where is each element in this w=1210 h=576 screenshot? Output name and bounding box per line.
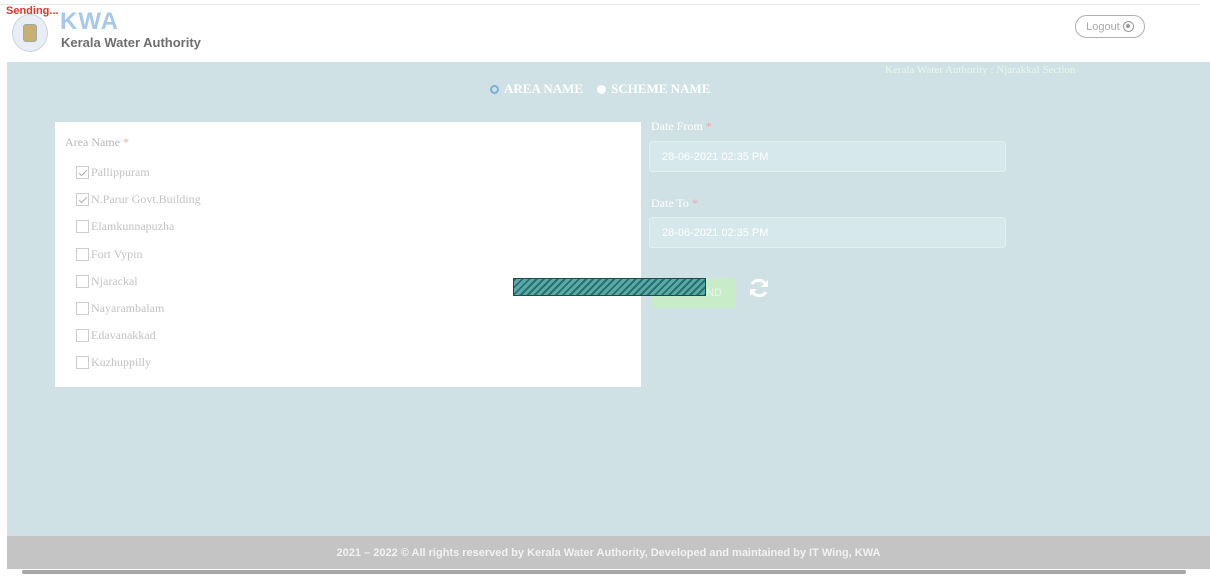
area-item[interactable]: Pallippuram: [76, 159, 201, 186]
checkbox[interactable]: [76, 302, 89, 316]
radio-scheme-name[interactable]: SCHEME NAME: [597, 81, 710, 97]
area-item[interactable]: Fort Vypin: [76, 241, 201, 268]
loading-progress-bar: [513, 278, 706, 296]
required-mark: *: [691, 196, 698, 210]
date-to-label: Date To *: [651, 196, 698, 211]
area-item-label: N.Parur Govt.Building: [91, 192, 201, 207]
area-item[interactable]: Edavanakkad: [76, 322, 201, 349]
refresh-icon[interactable]: [747, 276, 771, 300]
logout-label: Logout: [1086, 20, 1120, 33]
date-from-label-text: Date From: [651, 119, 703, 133]
date-to-input[interactable]: 28-06-2021 02:35 PM: [649, 217, 1006, 248]
required-mark: *: [122, 135, 129, 149]
emblem-icon: [23, 24, 37, 42]
logout-button[interactable]: Logout: [1075, 15, 1145, 38]
radio-scheme-label: SCHEME NAME: [611, 81, 711, 96]
area-item[interactable]: Njarackal: [76, 268, 201, 295]
checkbox-checked[interactable]: [76, 193, 89, 207]
checkbox[interactable]: [76, 356, 89, 370]
main-panel: Kerala Water Authority : Njarakkal Secti…: [7, 62, 1210, 536]
area-item[interactable]: Kuzhuppilly: [76, 349, 201, 376]
area-name-card: Area Name * Pallippuram N.Parur Govt.Bui…: [55, 122, 641, 387]
radio-area-label: AREA NAME: [504, 81, 584, 96]
area-item-label: Fort Vypin: [91, 246, 143, 261]
date-to-label-text: Date To: [651, 196, 689, 210]
date-from-input[interactable]: 28-06-2021 02:35 PM: [649, 141, 1006, 172]
radio-selected-icon: [490, 84, 499, 94]
area-item-label: Njarackal: [91, 273, 138, 288]
footer: 2021 – 2022 © All rights reserved by Ker…: [7, 536, 1210, 569]
radio-unselected-icon: [597, 84, 607, 94]
area-item[interactable]: N.Parur Govt.Building: [76, 186, 201, 213]
checkbox-checked[interactable]: [76, 166, 89, 180]
area-item-label: Pallippuram: [91, 165, 150, 180]
area-item-label: Nayarambalam: [91, 301, 165, 316]
checkbox[interactable]: [76, 274, 89, 288]
section-label: Kerala Water Authority : Njarakkal Secti…: [885, 64, 1076, 76]
area-checkbox-list: Pallippuram N.Parur Govt.Building Elamku…: [76, 159, 201, 377]
checkbox[interactable]: [76, 220, 89, 234]
area-name-label-text: Area Name: [65, 135, 120, 149]
header-divider: [0, 4, 1200, 5]
checkbox[interactable]: [76, 247, 89, 261]
area-name-label: Area Name *: [65, 135, 129, 150]
header: Sending... KWA Kerala Water Authority Lo…: [0, 0, 1210, 62]
search-type-radio-group: AREA NAME SCHEME NAME: [490, 81, 710, 97]
date-from-label: Date From *: [651, 119, 712, 134]
required-mark: *: [705, 119, 712, 133]
checkbox[interactable]: [76, 329, 89, 343]
area-item[interactable]: Nayarambalam: [76, 295, 201, 322]
brand-name: Kerala Water Authority: [61, 35, 201, 50]
area-item[interactable]: Elamkunnapuzha: [76, 213, 201, 240]
horizontal-scrollbar[interactable]: [22, 570, 1186, 574]
footer-text: 2021 – 2022 © All rights reserved by Ker…: [336, 546, 881, 559]
kwa-logo-emblem: [12, 14, 48, 52]
area-item-label: Elamkunnapuzha: [91, 219, 175, 234]
sending-indicator: Sending...: [6, 5, 59, 17]
radio-area-name[interactable]: AREA NAME: [490, 81, 583, 97]
brand-abbr: KWA: [60, 8, 119, 35]
area-item-label: Edavanakkad: [91, 328, 156, 343]
user-icon: [1122, 21, 1134, 32]
area-item-label: Kuzhuppilly: [91, 355, 151, 370]
